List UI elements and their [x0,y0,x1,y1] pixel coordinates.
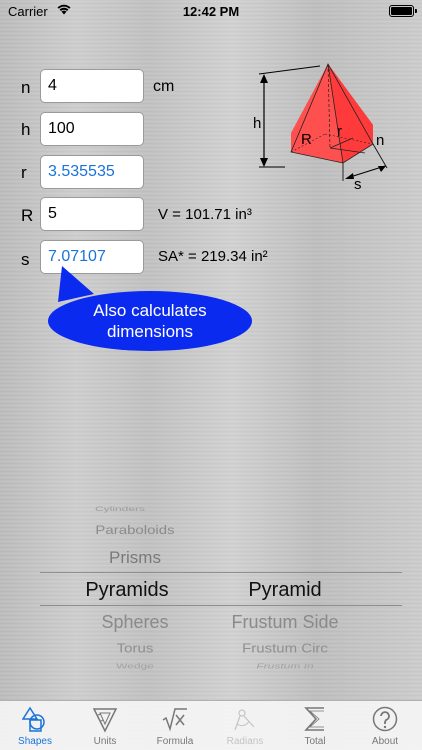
radians-icon [234,709,255,731]
n-input[interactable] [40,69,144,103]
picker-selected-variant[interactable]: Pyramid [210,579,360,602]
tab-shapes[interactable]: Shapes [0,701,70,750]
bubble-line-2: dimensions [107,322,193,341]
h-label: h [21,120,31,139]
tab-bar: Shapes Units Formula Radians Total About [0,700,422,750]
tab-label: Radians [226,736,264,747]
surface-area-result: SA* = 219.34 in² [158,248,268,265]
picker-shape-item[interactable]: Wedge [60,662,210,670]
question-icon [372,706,398,732]
r-input[interactable] [40,155,144,189]
units-icon [92,708,118,733]
tab-about[interactable]: About [350,701,420,750]
bubble-line-1: Also calculates [93,301,207,320]
diagram-n-label: n [376,132,384,149]
picker-shape-item[interactable]: Paraboloids [60,524,210,538]
tab-label: Total [304,736,326,747]
picker-selection-bottom [40,605,402,606]
tab-total[interactable]: Total [280,701,350,750]
pyramid-diagram: h R r n s [253,63,388,193]
tab-label: Units [93,736,117,747]
shape-picker[interactable]: Cylinders Paraboloids Prisms Pyramids Py… [0,495,422,675]
R-label: R [21,206,34,225]
picker-selected-shape[interactable]: Pyramids [52,579,202,602]
sigma-icon [304,707,324,731]
battery-icon [389,5,417,17]
diagram-h-label: h [253,115,261,132]
picker-selection-top [40,572,402,573]
h-input[interactable] [40,112,144,146]
picker-shape-item[interactable]: Cylinders [60,505,180,513]
tab-formula[interactable]: Formula [140,701,210,750]
picker-shape-item[interactable]: Spheres [60,612,210,633]
volume-result: V = 101.71 in³ [158,206,252,223]
tab-label: Shapes [18,736,52,747]
R-input[interactable] [40,197,144,231]
picker-variant-item[interactable]: Frustum Circ [210,641,360,655]
s-label: s [21,250,30,269]
tab-units[interactable]: Units [70,701,140,750]
diagram-s-label: s [354,176,362,193]
diagram-r-label: r [337,123,342,140]
unit-label[interactable]: cm [153,78,174,96]
tab-radians[interactable]: Radians [210,701,280,750]
callout-bubble: Also calculates dimensions [48,291,252,351]
status-bar: Carrier 12:42 PM [0,0,422,24]
picker-variant-item[interactable]: Frustum In [210,662,360,670]
picker-shape-item[interactable]: Torus [60,641,210,655]
picker-shape-item[interactable]: Prisms [60,548,210,568]
picker-variant-item[interactable]: Frustum Side [210,612,360,633]
shapes-icon [22,706,45,732]
tab-label: About [371,736,399,747]
tab-label: Formula [156,736,194,747]
diagram-R-label: R [301,131,312,148]
n-label: n [21,78,31,97]
status-time: 12:42 PM [182,4,240,19]
formula-icon [162,708,187,732]
r-label: r [21,163,27,182]
